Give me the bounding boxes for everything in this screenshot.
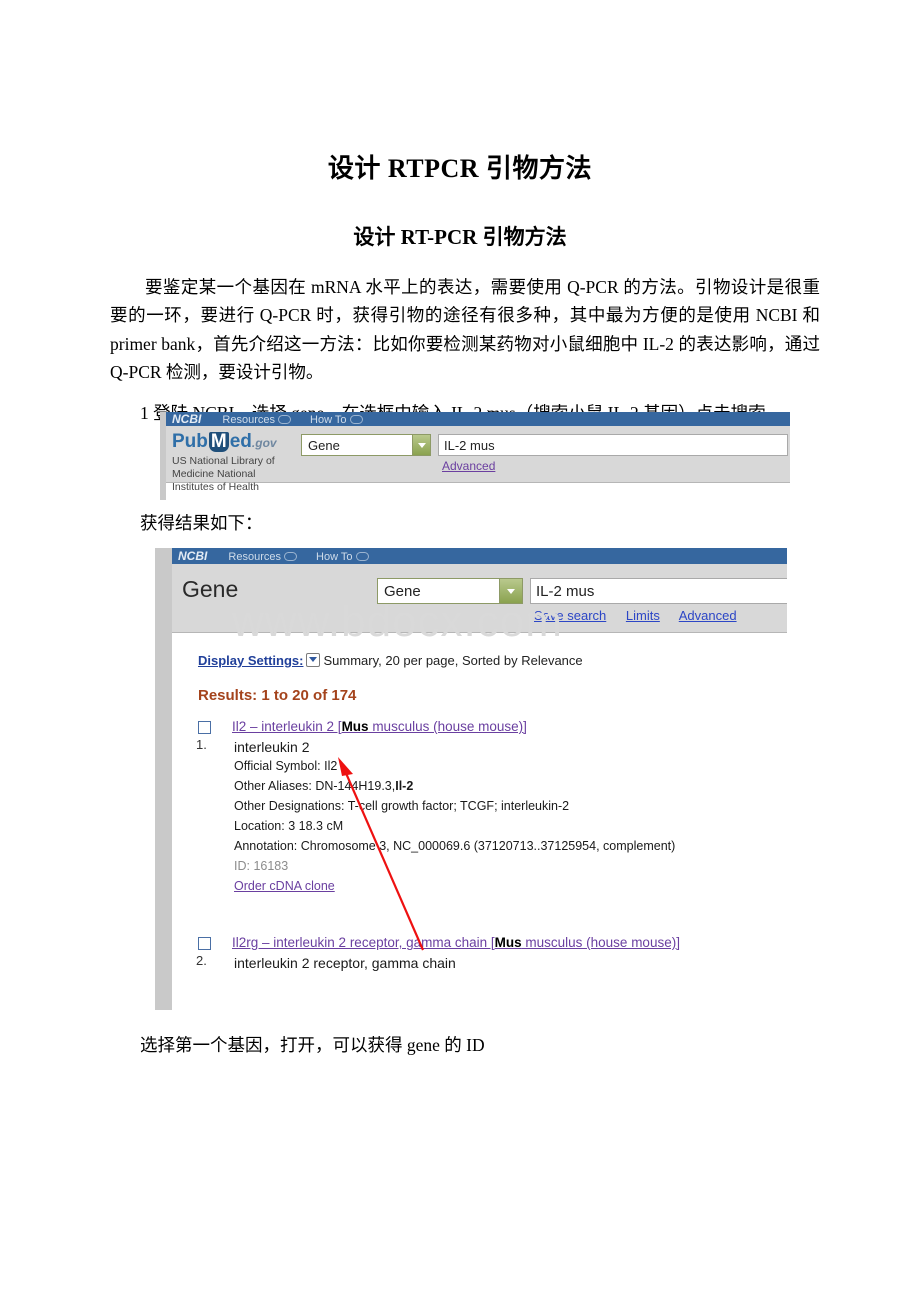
result-title-link[interactable]: Il2rg – interleukin 2 receptor, gamma ch… [232, 935, 680, 950]
result-index: 2. [196, 953, 207, 968]
menu-how-to[interactable]: How To [310, 414, 363, 426]
chevron-down-icon [349, 415, 363, 424]
database-select[interactable]: Gene [377, 578, 523, 604]
chevron-down-icon[interactable] [306, 653, 321, 667]
shot2-left-gutter[interactable] [155, 548, 172, 1010]
chevron-down-icon [277, 415, 291, 424]
chevron-down-icon [355, 552, 369, 561]
chevron-down-icon [283, 552, 297, 561]
ncbi-logo: NCBI [172, 412, 202, 426]
ncbi-logo: NCBI [178, 549, 208, 563]
search-input[interactable]: IL-2 mus [438, 434, 788, 456]
result-field-other-aliases: Other Aliases: DN-144H19.3,Il-2 [234, 779, 414, 793]
pubmed-logo-subtitle: US National Library of Medicine National… [172, 455, 275, 493]
result-field-official-symbol: Official Symbol: Il2 [234, 759, 338, 773]
menu-resources[interactable]: Resources [228, 551, 297, 563]
pubmed-logo: Pub Med.gov US National Library of Medici… [172, 432, 287, 493]
result-field-other-designations: Other Designations: T-cell growth factor… [234, 799, 570, 813]
ncbi-top-bar: NCBI Resources How To [172, 548, 787, 564]
caption-results-wrap: 获得结果如下： [0, 500, 920, 536]
result-checkbox[interactable] [198, 721, 211, 734]
caption-footer: 选择第一个基因，打开，可以获得 gene 的 ID [140, 1035, 485, 1055]
caption-results: 获得结果如下： [140, 513, 263, 533]
search-input[interactable]: IL-2 mus [530, 578, 787, 604]
save-search-link[interactable]: Save search [534, 608, 606, 623]
chevron-down-icon [412, 435, 430, 455]
database-select-value: Gene [384, 582, 421, 600]
search-band: Pub Med.gov US National Library of Medici… [166, 426, 790, 493]
page-title: 设计 RTPCR 引物方法 [327, 154, 593, 183]
search-input-value: IL-2 mus [444, 437, 495, 453]
search-sublinks: Advanced [442, 459, 511, 473]
search-sublinks: Save search Limits Advanced [534, 608, 753, 623]
result-name: interleukin 2 receptor, gamma chain [234, 955, 456, 971]
result-checkbox[interactable] [198, 937, 211, 950]
advanced-link[interactable]: Advanced [442, 459, 495, 473]
limits-link[interactable]: Limits [626, 608, 660, 623]
advanced-link[interactable]: Advanced [679, 608, 737, 623]
result-field-location: Location: 3 18.3 cM [234, 819, 344, 833]
screenshot-gene-results: NCBI Resources How To Gene Gene IL-2 mus… [155, 548, 787, 1010]
pubmed-logo-gov: .gov [251, 436, 277, 450]
intro-paragraph: 要鉴定某一个基因在 mRNA 水平上的表达，需要使用 Q-PCR 的方法。引物设… [110, 277, 820, 383]
screenshot-pubmed-search: NCBI Resources How To Pub Med.gov US Nati… [160, 412, 790, 500]
display-settings-link[interactable]: Display Settings: [198, 653, 303, 668]
menu-how-to[interactable]: How To [316, 551, 369, 563]
page-subtitle: 设计 RT-PCR 引物方法 [353, 225, 567, 249]
database-select-value: Gene [308, 437, 340, 453]
pubmed-logo-ed: ed [229, 431, 252, 452]
order-cdna-clone-link[interactable]: Order cDNA clone [234, 879, 335, 893]
database-select[interactable]: Gene [301, 434, 431, 456]
results-count: Results: 1 to 20 of 174 [198, 687, 357, 704]
search-band: Gene Gene IL-2 mus Save search Limits Ad… [172, 564, 787, 633]
menu-resources[interactable]: Resources [222, 414, 291, 426]
gene-page-title: Gene [182, 576, 239, 602]
result-name: interleukin 2 [234, 739, 310, 755]
caption-footer-wrap: 选择第一个基因，打开，可以获得 gene 的 ID [0, 1022, 920, 1058]
result-index: 1. [196, 737, 207, 752]
pubmed-logo-m: M [208, 431, 229, 452]
result-field-annotation: Annotation: Chromosome 3, NC_000069.6 (3… [234, 839, 676, 853]
result-title-link[interactable]: Il2 – interleukin 2 [Mus musculus (house… [232, 719, 527, 734]
result-gene-id: ID: 16183 [234, 859, 289, 873]
chevron-down-icon [499, 579, 522, 603]
results-body: www.bdocx.com Display Settings: Summary, … [172, 597, 787, 1010]
ncbi-top-bar: NCBI Resources How To [166, 412, 790, 426]
pubmed-logo-pub: Pub [172, 431, 208, 452]
display-settings-summary: Summary, 20 per page, Sorted by Relevanc… [323, 653, 583, 668]
document-page: 设计 RTPCR 引物方法 设计 RT-PCR 引物方法 要鉴定某一个基因在 m… [0, 0, 920, 427]
display-settings-row: Display Settings: Summary, 20 per page, S… [198, 651, 583, 668]
search-input-value: IL-2 mus [536, 582, 595, 600]
